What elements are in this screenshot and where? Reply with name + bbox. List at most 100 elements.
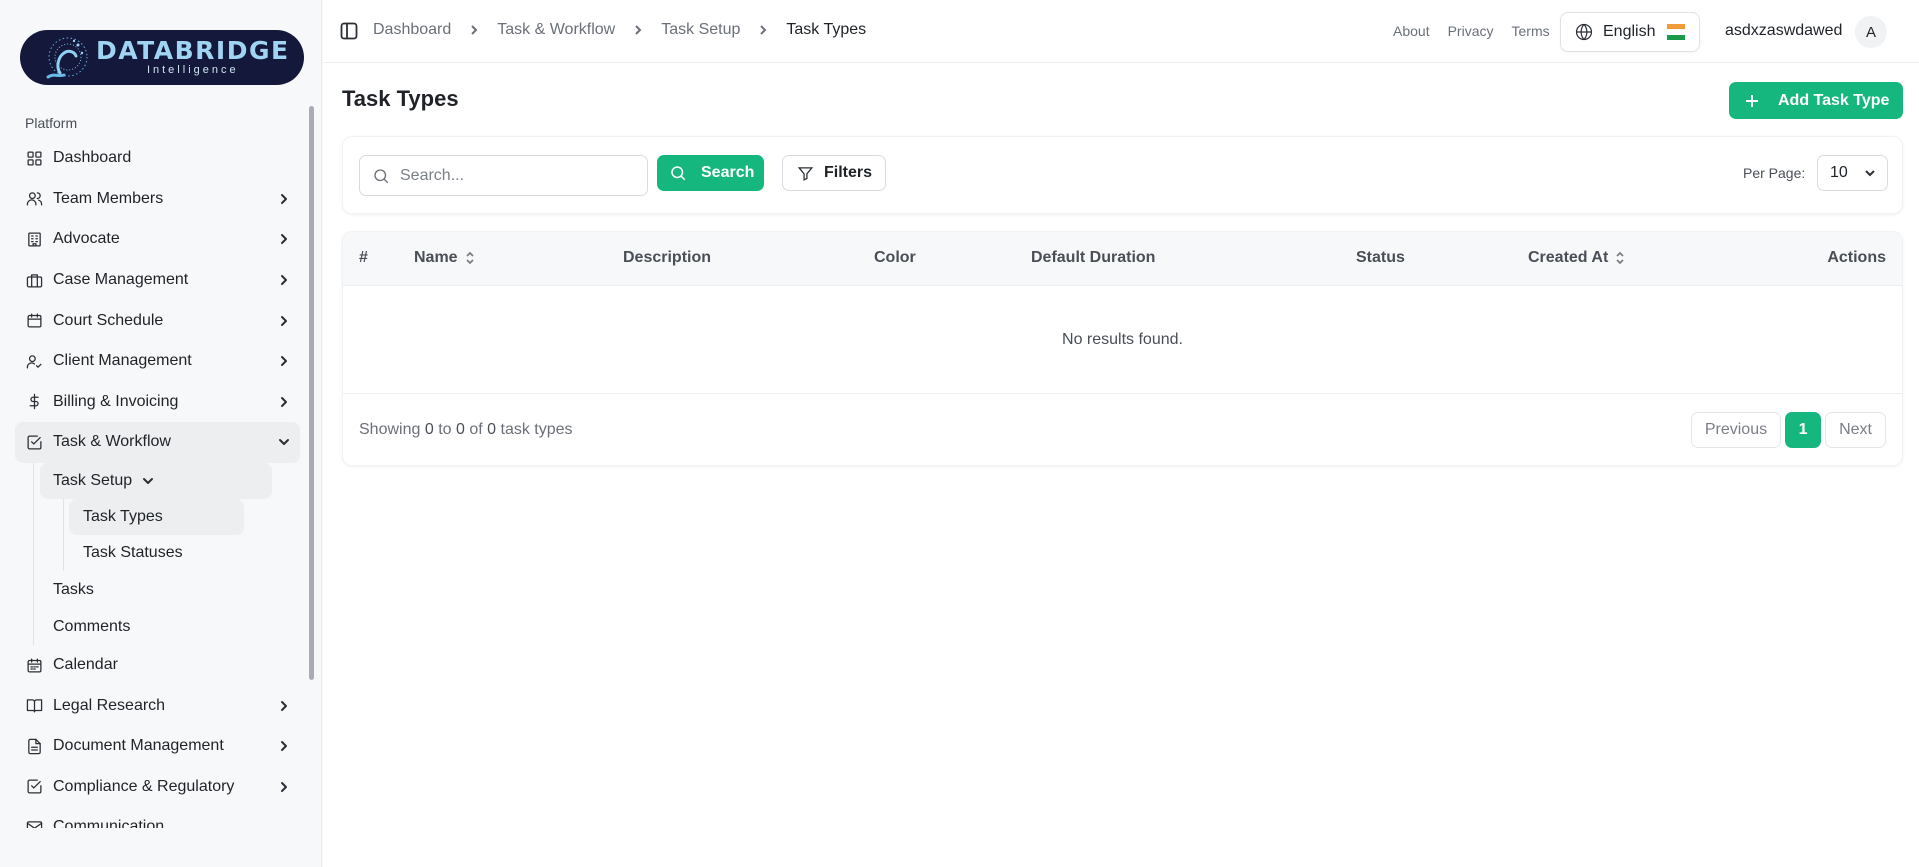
language-selector[interactable]: English bbox=[1560, 12, 1700, 52]
breadcrumb-dashboard[interactable]: Dashboard bbox=[373, 21, 451, 39]
sidebar-item-label: Comments bbox=[53, 617, 131, 635]
chevron-right-icon bbox=[632, 24, 644, 36]
sidebar-item-communication[interactable]: Communication bbox=[15, 807, 300, 828]
sidebar-item-task-workflow[interactable]: Task & Workflow bbox=[15, 422, 300, 463]
column-header-default-duration: Default Duration bbox=[1031, 249, 1156, 266]
checkbox-icon bbox=[25, 433, 43, 451]
sidebar-item-label: Dashboard bbox=[53, 149, 132, 167]
book-open-icon bbox=[25, 697, 43, 715]
sidebar-item-billing-invoicing[interactable]: Billing & Invoicing bbox=[15, 382, 300, 423]
sidebar-item-label: Task Setup bbox=[53, 471, 133, 489]
sidebar-item-task-types[interactable]: Task Types bbox=[69, 498, 244, 535]
sidebar-item-label: Court Schedule bbox=[53, 311, 164, 329]
breadcrumb-task-workflow[interactable]: Task & Workflow bbox=[497, 21, 615, 39]
chevron-right-icon bbox=[276, 272, 292, 288]
sidebar-item-label: Advocate bbox=[53, 230, 120, 248]
sidebar-item-dashboard[interactable]: Dashboard bbox=[15, 138, 300, 179]
sidebar-item-team-members[interactable]: Team Members bbox=[15, 179, 300, 220]
main-content: Dashboard Task & Workflow Task Setup Tas… bbox=[323, 0, 1919, 867]
filter-toolbar: Search Filters Per Page: 10 bbox=[342, 136, 1903, 214]
mail-icon bbox=[25, 818, 43, 828]
terms-link[interactable]: Terms bbox=[1512, 23, 1550, 39]
chevron-right-icon bbox=[276, 191, 292, 207]
sidebar-item-advocate[interactable]: Advocate bbox=[15, 219, 300, 260]
sidebar-item-calendar[interactable]: Calendar bbox=[15, 645, 300, 686]
brain-logo-icon bbox=[38, 33, 92, 83]
sidebar-item-task-statuses[interactable]: Task Statuses bbox=[63, 535, 300, 571]
sidebar-item-comments[interactable]: Comments bbox=[33, 609, 300, 645]
sidebar-item-court-schedule[interactable]: Court Schedule bbox=[15, 300, 300, 341]
sidebar-item-label: Team Members bbox=[53, 189, 164, 207]
sidebar-item-label: Task & Workflow bbox=[53, 433, 171, 451]
about-link[interactable]: About bbox=[1393, 23, 1430, 39]
brand-logo[interactable]: DATABRIDGE Intelligence bbox=[20, 30, 304, 85]
task-setup-submenu: Task Types Task Statuses bbox=[33, 498, 300, 571]
task-workflow-submenu: Task Setup Task Types Task Statuses Task… bbox=[15, 462, 300, 645]
search-icon bbox=[374, 168, 389, 183]
submenu-divider bbox=[63, 498, 64, 571]
dollar-icon bbox=[25, 393, 43, 411]
column-header-created-at[interactable]: Created At bbox=[1528, 249, 1626, 267]
task-types-table: # Name Description Color Default Duratio… bbox=[342, 231, 1903, 466]
per-page-value: 10 bbox=[1830, 164, 1848, 181]
column-header-actions: Actions bbox=[1827, 249, 1886, 266]
sidebar-item-legal-research[interactable]: Legal Research bbox=[15, 685, 300, 726]
sidebar: DATABRIDGE Intelligence Platform Dashboa… bbox=[0, 0, 322, 867]
chevron-down-icon bbox=[276, 434, 292, 450]
column-header-name[interactable]: Name bbox=[414, 249, 476, 267]
column-header-label: Name bbox=[414, 249, 458, 266]
chevron-right-icon bbox=[276, 394, 292, 410]
summary-suffix: task types bbox=[500, 421, 573, 438]
briefcase-icon bbox=[25, 271, 43, 289]
previous-page-button[interactable]: Previous bbox=[1690, 412, 1782, 448]
next-page-button[interactable]: Next bbox=[1825, 412, 1886, 448]
sort-icon bbox=[465, 251, 474, 265]
search-button[interactable]: Search bbox=[657, 155, 764, 191]
sidebar-item-tasks[interactable]: Tasks bbox=[33, 571, 300, 609]
brand-name: DATABRIDGE bbox=[96, 36, 290, 65]
chevron-right-icon bbox=[276, 313, 292, 329]
breadcrumb-current: Task Types bbox=[786, 21, 867, 38]
sidebar-item-label: Task Statuses bbox=[83, 543, 183, 561]
sidebar-item-label: Document Management bbox=[53, 737, 224, 755]
username[interactable]: asdxzaswdawed bbox=[1725, 22, 1842, 40]
india-flag-icon bbox=[1667, 24, 1686, 40]
per-page-select[interactable]: 10 bbox=[1817, 155, 1888, 191]
page-number-button[interactable]: 1 bbox=[1785, 412, 1822, 448]
sidebar-item-case-management[interactable]: Case Management bbox=[15, 260, 300, 301]
add-task-type-button[interactable]: Add Task Type bbox=[1729, 82, 1903, 119]
chevron-right-icon bbox=[276, 698, 292, 714]
chevron-right-icon bbox=[276, 231, 292, 247]
sidebar-item-label: Case Management bbox=[53, 271, 189, 289]
brand-tagline: Intelligence bbox=[146, 64, 239, 76]
table-header: # Name Description Color Default Duratio… bbox=[343, 232, 1902, 286]
search-input[interactable] bbox=[400, 166, 630, 185]
sidebar-toggle-icon[interactable] bbox=[340, 22, 358, 40]
empty-state-message: No results found. bbox=[343, 286, 1902, 394]
per-page-label: Per Page: bbox=[1743, 165, 1806, 181]
sidebar-nav: Dashboard Team Members Advocate Case Man… bbox=[15, 138, 300, 828]
building-icon bbox=[25, 230, 43, 248]
sidebar-scrollbar[interactable] bbox=[309, 106, 314, 680]
search-field[interactable] bbox=[359, 155, 648, 196]
privacy-link[interactable]: Privacy bbox=[1448, 23, 1494, 39]
sidebar-item-document-management[interactable]: Document Management bbox=[15, 726, 300, 767]
summary-to-word: to bbox=[438, 421, 452, 438]
filters-button-label: Filters bbox=[824, 164, 873, 181]
chevron-right-icon bbox=[276, 353, 292, 369]
top-links: About Privacy Terms bbox=[1393, 23, 1550, 39]
sidebar-item-label: Billing & Invoicing bbox=[53, 392, 179, 410]
add-task-type-label: Add Task Type bbox=[1778, 91, 1890, 109]
sidebar-item-task-setup[interactable]: Task Setup bbox=[40, 462, 272, 499]
pagination: Previous 1 Next bbox=[1690, 412, 1886, 448]
sidebar-item-compliance-regulatory[interactable]: Compliance & Regulatory bbox=[15, 767, 300, 808]
user-check-icon bbox=[25, 352, 43, 370]
calendar-days-icon bbox=[25, 656, 43, 674]
filters-button[interactable]: Filters bbox=[782, 155, 886, 191]
breadcrumb-task-setup[interactable]: Task Setup bbox=[661, 21, 740, 39]
avatar[interactable]: A bbox=[1855, 16, 1887, 48]
sidebar-item-client-management[interactable]: Client Management bbox=[15, 341, 300, 382]
summary-total: 0 bbox=[487, 421, 497, 438]
page-title: Task Types bbox=[342, 86, 459, 111]
check-square-icon bbox=[25, 778, 43, 796]
